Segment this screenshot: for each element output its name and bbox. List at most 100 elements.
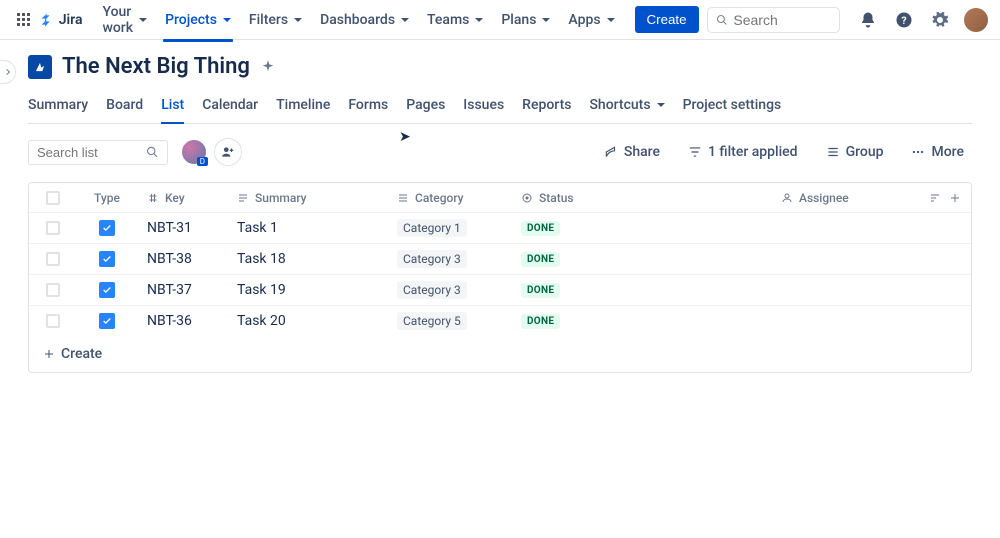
list-search-input[interactable]: [37, 145, 146, 160]
tab-forms[interactable]: Forms: [348, 91, 388, 123]
list-search[interactable]: [28, 140, 168, 165]
status-badge[interactable]: DONE: [521, 221, 560, 236]
category-tag[interactable]: Category 3: [397, 250, 467, 268]
status-badge[interactable]: DONE: [521, 283, 560, 298]
nav-teams[interactable]: Teams: [419, 6, 491, 34]
tab-board[interactable]: Board: [106, 91, 143, 123]
sort-icon[interactable]: [929, 192, 941, 204]
top-nav: Jira Your work Projects Filters Dashboar…: [0, 0, 1000, 40]
brand-label: Jira: [59, 12, 83, 28]
task-type-icon: [99, 251, 115, 267]
issue-key[interactable]: NBT-36: [137, 307, 227, 335]
tab-pages[interactable]: Pages: [406, 91, 445, 123]
category-tag[interactable]: Category 1: [397, 219, 467, 237]
col-type[interactable]: Type: [77, 185, 137, 211]
nav-apps[interactable]: Apps: [560, 6, 622, 34]
project-title: The Next Big Thing: [62, 54, 250, 79]
filter-icon: [688, 145, 702, 159]
category-tag[interactable]: Category 3: [397, 281, 467, 299]
table-row[interactable]: NBT-36 Task 20 Category 5 DONE: [29, 306, 971, 336]
plus-icon: [43, 348, 55, 360]
help-icon[interactable]: ?: [892, 8, 916, 32]
tab-project-settings[interactable]: Project settings: [683, 91, 782, 123]
col-actions: [915, 186, 971, 210]
search-icon: [716, 13, 728, 27]
tab-shortcuts[interactable]: Shortcuts: [589, 91, 664, 123]
add-column-icon[interactable]: [949, 192, 961, 204]
row-checkbox[interactable]: [46, 314, 60, 328]
group-icon: [826, 145, 840, 159]
more-button[interactable]: More: [903, 140, 972, 164]
table-row[interactable]: NBT-38 Task 18 Category 3 DONE: [29, 244, 971, 275]
select-all-checkbox[interactable]: [46, 191, 60, 205]
col-status[interactable]: Status: [511, 185, 771, 211]
nav-projects[interactable]: Projects: [157, 6, 239, 34]
nav-your-work[interactable]: Your work: [94, 0, 155, 42]
app-switcher-icon[interactable]: [12, 8, 35, 32]
create-row-button[interactable]: Create: [29, 336, 971, 372]
user-avatar[interactable]: [964, 8, 988, 32]
share-button[interactable]: Share: [596, 140, 668, 164]
tab-issues[interactable]: Issues: [463, 91, 504, 123]
category-tag[interactable]: Category 5: [397, 312, 467, 330]
global-search-input[interactable]: [733, 12, 831, 28]
group-button[interactable]: Group: [818, 140, 892, 164]
col-summary[interactable]: Summary: [227, 185, 387, 211]
avatar[interactable]: D: [180, 138, 208, 166]
col-key[interactable]: Key: [137, 185, 227, 211]
issue-summary[interactable]: Task 19: [227, 276, 387, 304]
assignee-cell[interactable]: [771, 253, 915, 265]
task-type-icon: [99, 282, 115, 298]
more-icon: [911, 145, 925, 159]
issues-table: Type Key Summary Category Status Assigne…: [28, 182, 972, 373]
issue-summary[interactable]: Task 20: [227, 307, 387, 335]
nav-dashboards[interactable]: Dashboards: [312, 6, 417, 34]
filter-button[interactable]: 1 filter applied: [680, 140, 806, 164]
create-row-label: Create: [61, 346, 102, 362]
ai-sparkle-icon[interactable]: [260, 59, 276, 75]
chevron-down-icon: [223, 18, 231, 22]
tab-summary[interactable]: Summary: [28, 91, 88, 123]
col-assignee[interactable]: Assignee: [771, 185, 915, 211]
list-toolbar: D Share 1 filter applied Group More: [28, 138, 972, 166]
assignee-avatars: D: [180, 138, 242, 166]
issue-key[interactable]: NBT-38: [137, 245, 227, 273]
row-checkbox[interactable]: [46, 221, 60, 235]
chevron-down-icon: [139, 18, 147, 22]
tab-reports[interactable]: Reports: [522, 91, 571, 123]
assignee-cell[interactable]: [771, 222, 915, 234]
nav-filters[interactable]: Filters: [241, 6, 310, 34]
issue-key[interactable]: NBT-31: [137, 214, 227, 242]
status-badge[interactable]: DONE: [521, 314, 560, 329]
notifications-icon[interactable]: [856, 8, 880, 32]
project-icon: [28, 55, 52, 79]
tab-timeline[interactable]: Timeline: [276, 91, 330, 123]
issue-key[interactable]: NBT-37: [137, 276, 227, 304]
col-category[interactable]: Category: [387, 185, 511, 211]
tab-list[interactable]: List: [161, 91, 184, 123]
issue-summary[interactable]: Task 1: [227, 214, 387, 242]
settings-icon[interactable]: [928, 8, 952, 32]
add-person-icon: [221, 145, 235, 159]
chevron-down-icon: [294, 18, 302, 22]
text-icon: [237, 192, 249, 204]
global-search[interactable]: [707, 7, 840, 33]
chevron-down-icon: [607, 18, 615, 22]
hash-icon: [147, 192, 159, 204]
add-person-button[interactable]: [214, 138, 242, 166]
svg-text:?: ?: [901, 13, 906, 26]
create-button[interactable]: Create: [635, 6, 699, 33]
assignee-cell[interactable]: [771, 284, 915, 296]
row-checkbox[interactable]: [46, 252, 60, 266]
table-row[interactable]: NBT-37 Task 19 Category 3 DONE: [29, 275, 971, 306]
status-badge[interactable]: DONE: [521, 252, 560, 267]
row-checkbox[interactable]: [46, 283, 60, 297]
issue-summary[interactable]: Task 18: [227, 245, 387, 273]
nav-plans[interactable]: Plans: [493, 6, 558, 34]
chevron-right-icon: [4, 68, 12, 76]
jira-logo[interactable]: Jira: [39, 12, 83, 28]
topnav-icons: ?: [856, 8, 988, 32]
table-row[interactable]: NBT-31 Task 1 Category 1 DONE: [29, 213, 971, 244]
assignee-cell[interactable]: [771, 315, 915, 327]
tab-calendar[interactable]: Calendar: [202, 91, 258, 123]
